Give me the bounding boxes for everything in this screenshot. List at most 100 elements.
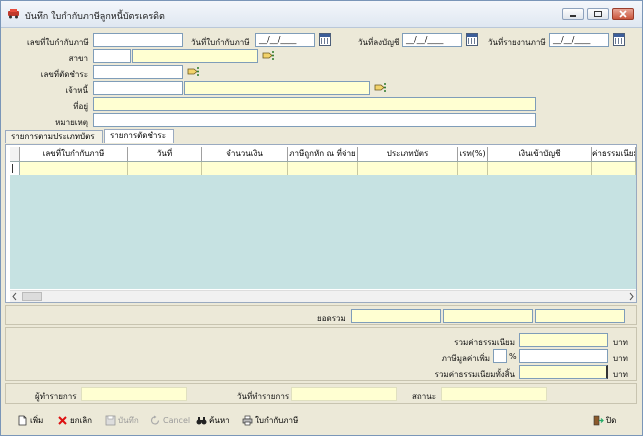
tax-invoice-no-field[interactable] bbox=[93, 33, 183, 47]
scroll-left-icon[interactable] bbox=[11, 292, 19, 301]
exit-door-icon bbox=[593, 415, 604, 426]
column-header[interactable]: เลขที่ใบกำกับภาษี bbox=[20, 147, 128, 161]
cancel-button-label: Cancel bbox=[163, 416, 191, 425]
status-field bbox=[441, 387, 547, 401]
print-invoice-button[interactable]: ใบกำกับภาษี bbox=[242, 414, 298, 428]
remark-label: หมายเหตุ bbox=[55, 118, 88, 127]
print-invoice-label: ใบกำกับภาษี bbox=[255, 416, 299, 425]
close-button-label: ปิด bbox=[606, 416, 617, 425]
search-button[interactable]: ค้นหา bbox=[196, 414, 230, 428]
branch-name-field bbox=[132, 49, 258, 63]
vat-amount-field[interactable] bbox=[519, 349, 608, 363]
column-header[interactable]: เงินเข้าบัญชี bbox=[488, 147, 592, 161]
vat-label: ภาษีมูลค่าเพิ่ม bbox=[441, 354, 490, 363]
fee-total-label: รวมค่าธรรมเนียม bbox=[454, 338, 515, 347]
remark-field[interactable] bbox=[93, 113, 536, 127]
scroll-right-icon[interactable] bbox=[627, 292, 635, 301]
calendar-icon[interactable] bbox=[613, 33, 625, 46]
sum-tax-field bbox=[443, 309, 533, 323]
minimize-icon bbox=[570, 15, 576, 17]
delete-x-icon bbox=[58, 416, 67, 425]
bottom-toolbar: เพิ่ม ยกเลิก บันทึก Cancel ค้นหา ใบกำกับ… bbox=[1, 405, 642, 435]
tax-invoice-no-label: เลขที่ใบกำกับภาษี bbox=[27, 38, 89, 47]
new-document-icon bbox=[18, 415, 27, 426]
report-date-label: วันที่รายงานภาษี bbox=[488, 38, 546, 47]
column-header[interactable]: เรท(%) bbox=[458, 147, 488, 161]
table-cell[interactable] bbox=[288, 162, 358, 175]
posting-date-field[interactable]: __/__/____ bbox=[402, 33, 462, 47]
search-button-label: ค้นหา bbox=[209, 416, 230, 425]
tax-invoice-date-field[interactable]: __/__/____ bbox=[255, 33, 315, 47]
calendar-icon[interactable] bbox=[319, 33, 331, 46]
add-button[interactable]: เพิ่ม bbox=[17, 414, 43, 428]
table-cell[interactable] bbox=[358, 162, 458, 175]
cancel-button[interactable]: Cancel bbox=[150, 414, 190, 428]
horizontal-scrollbar[interactable] bbox=[10, 290, 636, 302]
window-title: บันทึก ใบกำกับภาษีลูกหนี้บัตรเครดิต bbox=[25, 12, 165, 22]
posting-date-label: วันที่ลงบัญชี bbox=[358, 38, 400, 47]
row-selector-header bbox=[10, 147, 20, 161]
save-button[interactable]: บันทึก bbox=[105, 414, 139, 428]
scrollbar-thumb[interactable] bbox=[22, 292, 42, 301]
lookup-icon[interactable] bbox=[374, 82, 386, 93]
report-date-field[interactable]: __/__/____ bbox=[549, 33, 609, 47]
printer-icon bbox=[242, 415, 253, 426]
branch-label: สาขา bbox=[68, 54, 88, 63]
title-bar: บันทึก ใบกำกับภาษีลูกหนี้บัตรเครดิต bbox=[1, 1, 642, 28]
fee-grand-total-field bbox=[519, 365, 608, 379]
column-header[interactable]: ประเภทบัตร bbox=[358, 147, 458, 161]
cancel-document-button[interactable]: ยกเลิก bbox=[57, 414, 92, 428]
row-selector[interactable] bbox=[10, 162, 20, 175]
branch-code-field[interactable] bbox=[93, 49, 131, 63]
cancel-document-label: ยกเลิก bbox=[70, 416, 93, 425]
sum-amount-field bbox=[351, 309, 441, 323]
table-cell[interactable] bbox=[592, 162, 636, 175]
car-icon bbox=[8, 9, 19, 19]
column-header[interactable]: จำนวนเงิน bbox=[202, 147, 288, 161]
table-cell[interactable] bbox=[458, 162, 488, 175]
maker-label: ผู้ทำรายการ bbox=[35, 392, 77, 401]
currency-label: บาท bbox=[613, 354, 628, 363]
settle-no-field[interactable] bbox=[93, 65, 183, 79]
invoice-window: บันทึก ใบกำกับภาษีลูกหนี้บัตรเครดิต เลขท… bbox=[0, 0, 643, 436]
calendar-icon[interactable] bbox=[466, 33, 478, 46]
table-cell[interactable] bbox=[202, 162, 288, 175]
maximize-button[interactable] bbox=[587, 8, 609, 20]
address-field bbox=[93, 97, 536, 111]
binoculars-icon bbox=[196, 417, 207, 425]
currency-label: บาท bbox=[613, 370, 628, 379]
creditor-code-field[interactable] bbox=[93, 81, 183, 95]
table-cell[interactable] bbox=[488, 162, 592, 175]
save-disk-icon bbox=[105, 415, 116, 426]
add-button-label: เพิ่ม bbox=[30, 416, 44, 425]
column-header[interactable]: วันที่ bbox=[128, 147, 202, 161]
make-date-field bbox=[291, 387, 397, 401]
lookup-icon[interactable] bbox=[262, 50, 274, 61]
address-label: ที่อยู่ bbox=[73, 102, 88, 111]
table-row[interactable] bbox=[10, 162, 636, 175]
table-cell[interactable] bbox=[128, 162, 202, 175]
table-cell[interactable] bbox=[20, 162, 128, 175]
fee-grand-total-label: รวมค่าธรรมเนียมทั้งสิ้น bbox=[434, 370, 515, 379]
maker-field bbox=[81, 387, 187, 401]
tab-settlement-items[interactable]: รายการตัดชำระ bbox=[104, 129, 174, 143]
creditor-name-field bbox=[184, 81, 370, 95]
close-window-button[interactable] bbox=[612, 8, 634, 20]
tab-card-type-items[interactable]: รายการตามประเภทบัตร bbox=[5, 130, 103, 143]
close-button[interactable]: ปิด bbox=[593, 414, 616, 428]
grid-header: เลขที่ใบกำกับภาษี วันที่ จำนวนเงิน ภาษีถ… bbox=[10, 147, 636, 162]
creditor-label: เจ้าหนี้ bbox=[65, 86, 88, 95]
lookup-icon[interactable] bbox=[187, 66, 199, 77]
settle-no-label: เลขที่ตัดชำระ bbox=[40, 70, 88, 79]
column-header[interactable]: ค่าธรรมเนียม bbox=[592, 147, 636, 161]
currency-label: บาท bbox=[613, 338, 628, 347]
save-button-label: บันทึก bbox=[118, 416, 139, 425]
tax-invoice-date-label: วันที่ใบกำกับภาษี bbox=[191, 38, 250, 47]
vat-rate-field[interactable] bbox=[493, 349, 507, 363]
make-date-label: วันที่ทำรายการ bbox=[237, 392, 290, 401]
column-header[interactable]: ภาษีถูกหัก ณ ที่จ่าย bbox=[288, 147, 358, 161]
minimize-button[interactable] bbox=[562, 8, 584, 20]
settlement-grid: เลขที่ใบกำกับภาษี วันที่ จำนวนเงิน ภาษีถ… bbox=[10, 147, 636, 289]
close-icon bbox=[619, 10, 627, 18]
maximize-icon bbox=[594, 11, 602, 17]
